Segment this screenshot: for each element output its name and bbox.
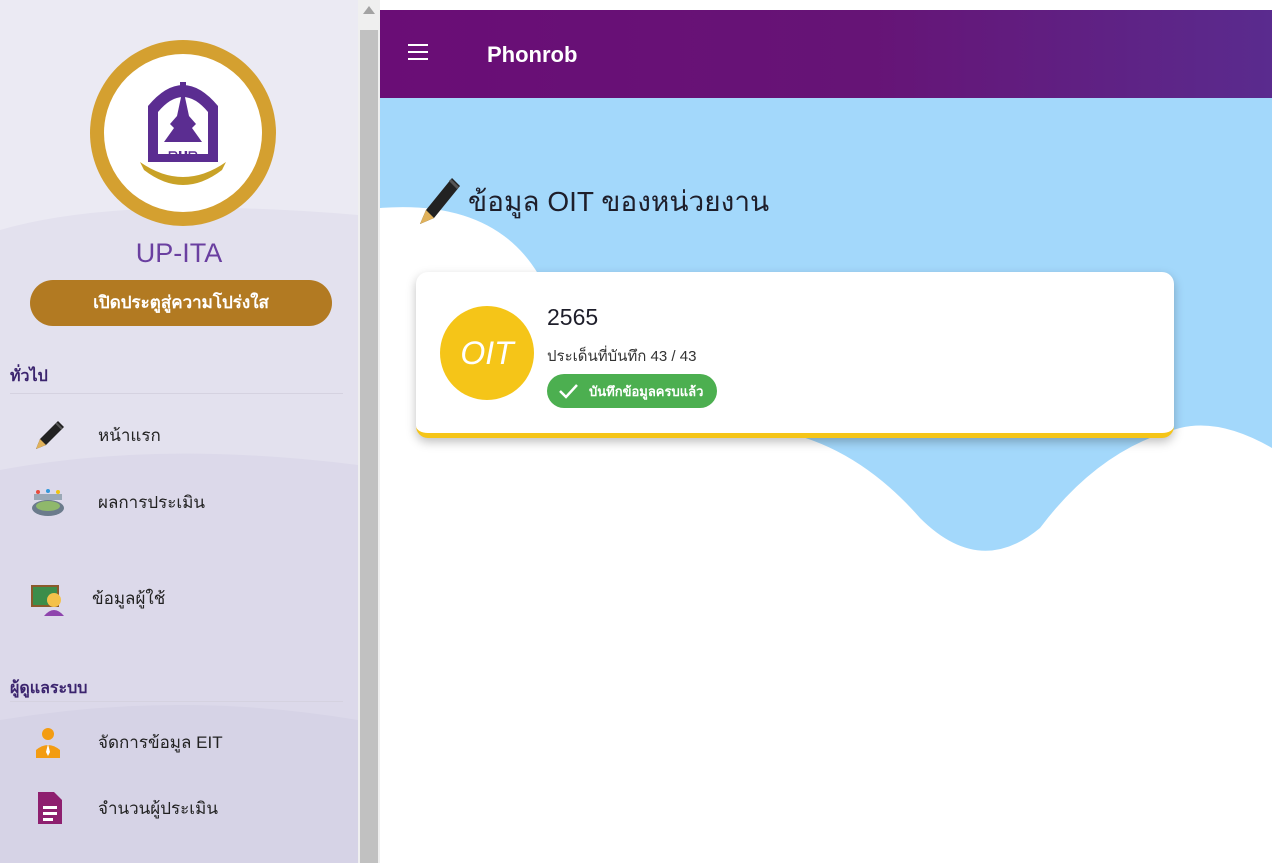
app-bar: Phonrob xyxy=(380,10,1272,98)
nav-item-manage-eit[interactable]: จัดการข้อมูล EIT xyxy=(0,714,350,770)
app-title: Phonrob xyxy=(487,42,578,67)
slogan-badge[interactable]: เปิดประตูสู่ความโปร่งใส xyxy=(30,280,332,326)
nav-item-label: ผลการประเมิน xyxy=(98,492,206,512)
pen-icon xyxy=(28,415,68,455)
university-logo: ᗷᑌᗷ xyxy=(90,40,276,226)
page-heading: ข้อมูล OIT ของหน่วยงาน xyxy=(416,174,769,230)
nav-item-label: หน้าแรก xyxy=(98,425,161,445)
nav-item-user-info[interactable]: ข้อมูลผู้ใช้ xyxy=(0,570,350,626)
hamburger-icon[interactable] xyxy=(408,44,428,62)
stadium-icon xyxy=(28,482,68,522)
svg-text:ᗷᑌᗷ: ᗷᑌᗷ xyxy=(168,150,197,165)
status-badge: บันทึกข้อมูลครบแล้ว xyxy=(547,374,718,408)
card-year: 2565 xyxy=(547,304,599,330)
status-text: บันทึกข้อมูลครบแล้ว xyxy=(589,384,704,400)
sidebar: ᗷᑌᗷ UP-ITA เปิดประตูสู่ความโปร่งใส ทั่วไ… xyxy=(0,0,358,863)
top-strip xyxy=(380,0,1272,10)
divider xyxy=(10,393,343,394)
nav-item-label: จำนวนผู้ประเมิน xyxy=(98,798,218,818)
nav-item-home[interactable]: หน้าแรก xyxy=(0,407,350,463)
nav-item-label: ข้อมูลผู้ใช้ xyxy=(92,588,166,608)
nav-item-evaluator-count[interactable]: จำนวนผู้ประเมิน xyxy=(0,780,350,836)
card-progress-text: ประเด็นที่บันทึก 43 / 43 xyxy=(547,348,697,365)
nav-item-results[interactable]: ผลการประเมิน xyxy=(0,474,350,530)
scroll-up-arrow-icon[interactable] xyxy=(363,6,375,14)
divider xyxy=(10,701,343,702)
oit-avatar: OIT xyxy=(440,306,534,400)
section-label-general: ทั่วไป xyxy=(10,366,48,385)
page-title: ข้อมูล OIT ของหน่วยงาน xyxy=(468,186,770,217)
university-seal-icon: ᗷᑌᗷ xyxy=(140,82,226,185)
nav-item-label: จัดการข้อมูล EIT xyxy=(98,732,223,752)
scrollbar-thumb[interactable] xyxy=(360,30,378,863)
document-icon xyxy=(28,788,68,828)
brand-name: UP-ITA xyxy=(135,238,223,268)
checkmark-icon xyxy=(559,384,578,399)
pen-icon xyxy=(416,174,462,230)
section-label-admin: ผู้ดูแลระบบ xyxy=(10,678,88,697)
person-tie-icon xyxy=(28,722,68,762)
teacher-icon xyxy=(28,578,68,618)
oit-card[interactable]: OIT 2565 ประเด็นที่บันทึก 43 / 43 บันทึก… xyxy=(416,272,1174,438)
